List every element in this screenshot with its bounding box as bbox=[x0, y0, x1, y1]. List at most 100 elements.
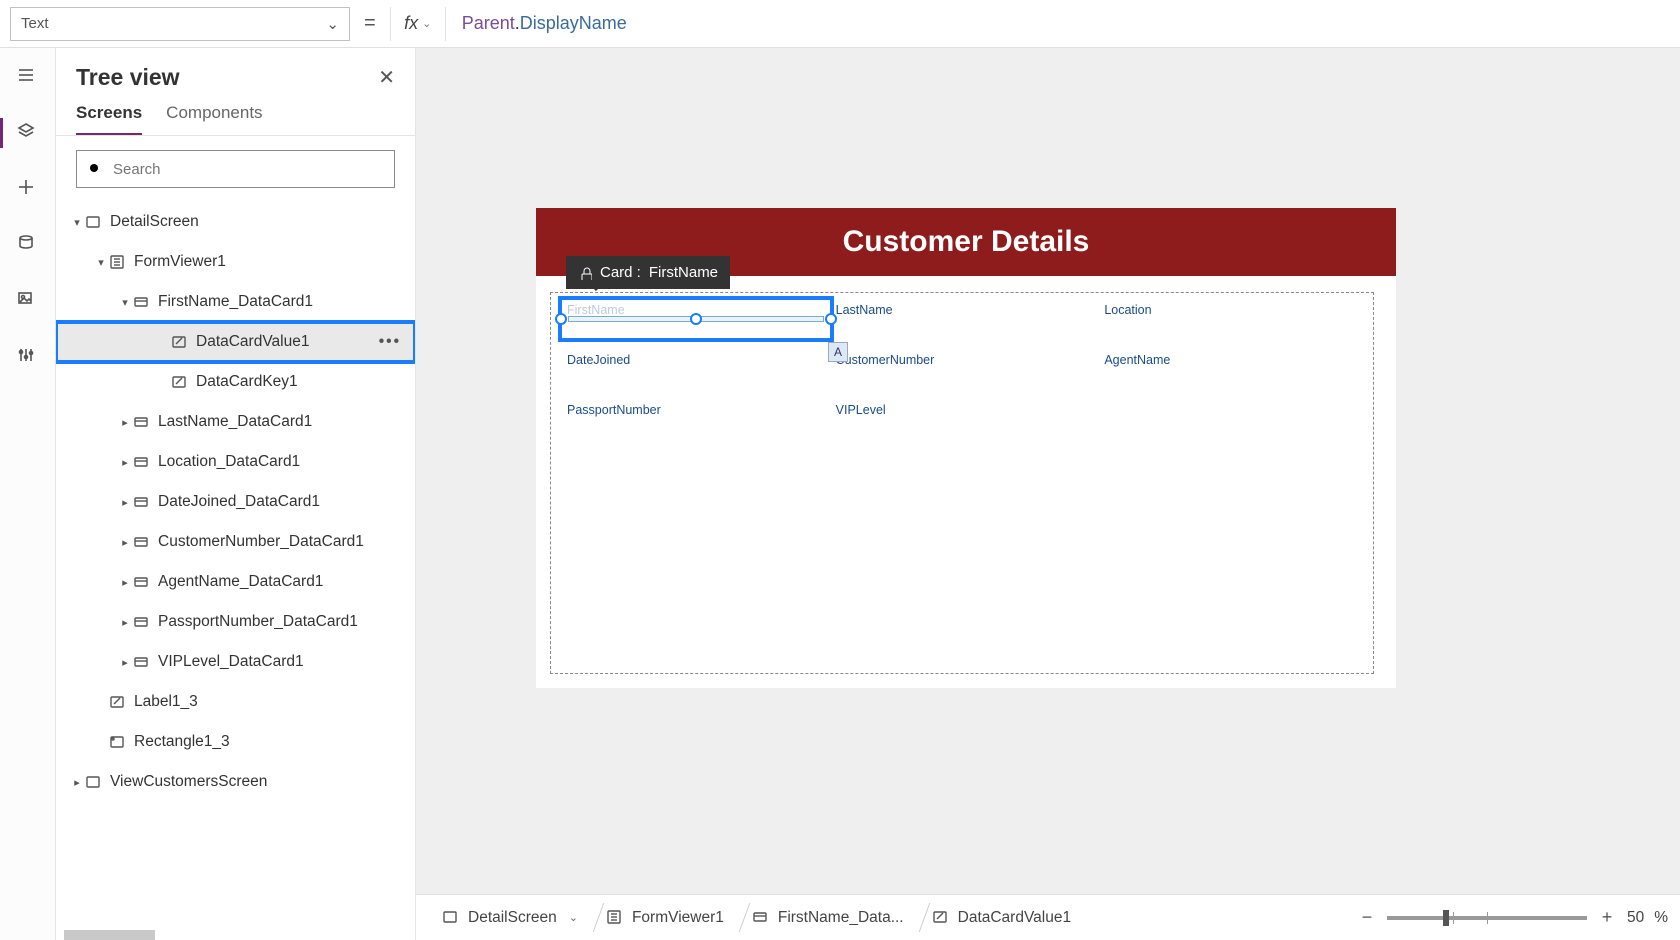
tree-item-label: PassportNumber_DataCard1 bbox=[158, 613, 358, 631]
tree-item-DataCardKey1[interactable]: DataCardKey1••• bbox=[56, 362, 415, 402]
chevron-icon[interactable]: ▾ bbox=[70, 216, 84, 229]
close-icon[interactable]: ✕ bbox=[378, 65, 395, 90]
resize-handle-right[interactable] bbox=[825, 313, 837, 325]
datacard-value bbox=[567, 367, 820, 381]
tree-search-input[interactable] bbox=[111, 160, 384, 179]
rect-icon bbox=[108, 733, 126, 751]
datacard-value bbox=[567, 417, 820, 431]
tree-search[interactable] bbox=[76, 150, 395, 188]
tree-item-Location_DataCard1[interactable]: ▸Location_DataCard1••• bbox=[56, 442, 415, 482]
card-icon bbox=[132, 293, 150, 311]
datacard-key: AgentName bbox=[1104, 353, 1357, 367]
card-icon bbox=[752, 909, 770, 927]
status-bar: DetailScreen ⌄ FormViewer1 FirstName_Data..… bbox=[416, 894, 1680, 940]
chevron-down-icon: ⌄ bbox=[569, 911, 578, 924]
screen-icon bbox=[84, 773, 102, 791]
chevron-icon[interactable]: ▸ bbox=[70, 776, 84, 789]
zoom-slider-thumb[interactable] bbox=[1443, 910, 1449, 926]
chevron-icon[interactable]: ▸ bbox=[118, 536, 132, 549]
chevron-icon[interactable]: ▸ bbox=[118, 496, 132, 509]
chevron-icon[interactable]: ▾ bbox=[118, 296, 132, 309]
edit-icon bbox=[108, 693, 126, 711]
tree-item-DataCardValue1[interactable]: DataCardValue1••• bbox=[56, 322, 415, 362]
card-icon bbox=[132, 413, 150, 431]
app-header-label: Customer Details bbox=[536, 208, 1396, 276]
advanced-tools-icon[interactable] bbox=[17, 346, 39, 368]
fx-button[interactable]: fx ⌄ bbox=[390, 7, 446, 41]
datacard-key: LastName bbox=[836, 303, 1089, 317]
tree-item-CustomerNumber_DataCard1[interactable]: ▸CustomerNumber_DataCard1••• bbox=[56, 522, 415, 562]
tree-item-AgentName_DataCard1[interactable]: ▸AgentName_DataCard1••• bbox=[56, 562, 415, 602]
resize-handle-center[interactable] bbox=[690, 313, 702, 325]
chevron-icon[interactable]: ▸ bbox=[118, 656, 132, 669]
datacard-value bbox=[836, 317, 1089, 331]
canvas[interactable]: Customer Details Card : FirstName FirstN… bbox=[416, 48, 1680, 940]
zoom-in-button[interactable]: + bbox=[1597, 907, 1617, 928]
chevron-icon[interactable]: ▸ bbox=[118, 416, 132, 429]
card-icon bbox=[132, 613, 150, 631]
chevron-icon[interactable]: ▸ bbox=[118, 576, 132, 589]
hamburger-icon[interactable] bbox=[17, 66, 39, 88]
edit-icon bbox=[170, 333, 188, 351]
breadcrumb-FormViewer1[interactable]: FormViewer1 bbox=[592, 895, 738, 940]
chevron-icon[interactable]: ▸ bbox=[118, 456, 132, 469]
tab-components[interactable]: Components bbox=[166, 103, 262, 135]
breadcrumb-DetailScreen[interactable]: DetailScreen ⌄ bbox=[428, 895, 592, 940]
resize-handle-left[interactable] bbox=[555, 313, 567, 325]
zoom-unit: % bbox=[1654, 909, 1668, 927]
breadcrumb-label: FormViewer1 bbox=[632, 909, 724, 927]
edit-icon bbox=[932, 909, 950, 927]
datacard-value bbox=[836, 417, 1089, 431]
chevron-down-icon: ⌄ bbox=[326, 15, 339, 33]
zoom-out-button[interactable]: − bbox=[1357, 907, 1377, 928]
chevron-icon[interactable]: ▾ bbox=[94, 256, 108, 269]
selected-control-outline[interactable] bbox=[558, 296, 834, 342]
tree-item-DateJoined_DataCard1[interactable]: ▸DateJoined_DataCard1••• bbox=[56, 482, 415, 522]
datacard-DateJoined[interactable]: DateJoined bbox=[559, 349, 828, 399]
tree-item-label: DetailScreen bbox=[110, 213, 199, 231]
tree-item-VIPLevel_DataCard1[interactable]: ▸VIPLevel_DataCard1••• bbox=[56, 642, 415, 682]
zoom-slider[interactable] bbox=[1387, 916, 1587, 920]
card-icon bbox=[132, 573, 150, 591]
datacard-CustomerNumber[interactable]: CustomerNumber bbox=[828, 349, 1097, 399]
more-options-icon[interactable]: ••• bbox=[379, 333, 401, 351]
search-icon bbox=[87, 161, 103, 177]
tab-screens[interactable]: Screens bbox=[76, 103, 142, 135]
breadcrumb-FirstName_Data...[interactable]: FirstName_Data... bbox=[738, 895, 918, 940]
chevron-down-icon: ⌄ bbox=[422, 17, 431, 30]
tree-item-label: AgentName_DataCard1 bbox=[158, 573, 323, 591]
tree-view-icon[interactable] bbox=[17, 122, 39, 144]
chevron-icon[interactable]: ▸ bbox=[118, 616, 132, 629]
tree-item-DetailScreen[interactable]: ▾DetailScreen••• bbox=[56, 202, 415, 242]
tree-item-PassportNumber_DataCard1[interactable]: ▸PassportNumber_DataCard1••• bbox=[56, 602, 415, 642]
datacard-VIPLevel[interactable]: VIPLevel bbox=[828, 399, 1097, 449]
tree-item-FirstName_DataCard1[interactable]: ▾FirstName_DataCard1••• bbox=[56, 282, 415, 322]
tree-item-ViewCustomersScreen[interactable]: ▸ViewCustomersScreen••• bbox=[56, 762, 415, 802]
screen-icon bbox=[442, 909, 460, 927]
datacard-key: VIPLevel bbox=[836, 403, 1089, 417]
tree-item-LastName_DataCard1[interactable]: ▸LastName_DataCard1••• bbox=[56, 402, 415, 442]
breadcrumb-label: DetailScreen bbox=[468, 909, 557, 927]
accessibility-badge[interactable]: A bbox=[828, 342, 848, 362]
datacard-AgentName[interactable]: AgentName bbox=[1096, 349, 1365, 399]
breadcrumb-DataCardValue1[interactable]: DataCardValue1 bbox=[918, 895, 1085, 940]
datacard-Location[interactable]: Location bbox=[1096, 299, 1365, 349]
datacard-PassportNumber[interactable]: PassportNumber bbox=[559, 399, 828, 449]
property-dropdown[interactable]: Text ⌄ bbox=[10, 7, 350, 41]
left-rail bbox=[0, 48, 56, 940]
tree-item-FormViewer1[interactable]: ▾FormViewer1••• bbox=[56, 242, 415, 282]
tree-item-label: LastName_DataCard1 bbox=[158, 413, 312, 431]
media-icon[interactable] bbox=[17, 290, 39, 312]
data-source-icon[interactable] bbox=[17, 234, 39, 256]
tree-item-Label1_3[interactable]: Label1_3••• bbox=[56, 682, 415, 722]
datacard-LastName[interactable]: LastName bbox=[828, 299, 1097, 349]
tree-horizontal-scrollbar[interactable] bbox=[64, 930, 155, 940]
app-preview: Customer Details Card : FirstName FirstN… bbox=[536, 208, 1396, 688]
tree-item-Rectangle1_3[interactable]: Rectangle1_3••• bbox=[56, 722, 415, 762]
screen-icon bbox=[84, 213, 102, 231]
datacard-key: Location bbox=[1104, 303, 1357, 317]
formula-bar[interactable]: Parent.DisplayName bbox=[456, 13, 1670, 34]
form-viewer: FirstNameLastNameLocationDateJoinedCusto… bbox=[550, 292, 1374, 674]
tree-view-panel: Tree view ✕ Screens Components ▾DetailSc… bbox=[56, 48, 416, 940]
insert-plus-icon[interactable] bbox=[17, 178, 39, 200]
